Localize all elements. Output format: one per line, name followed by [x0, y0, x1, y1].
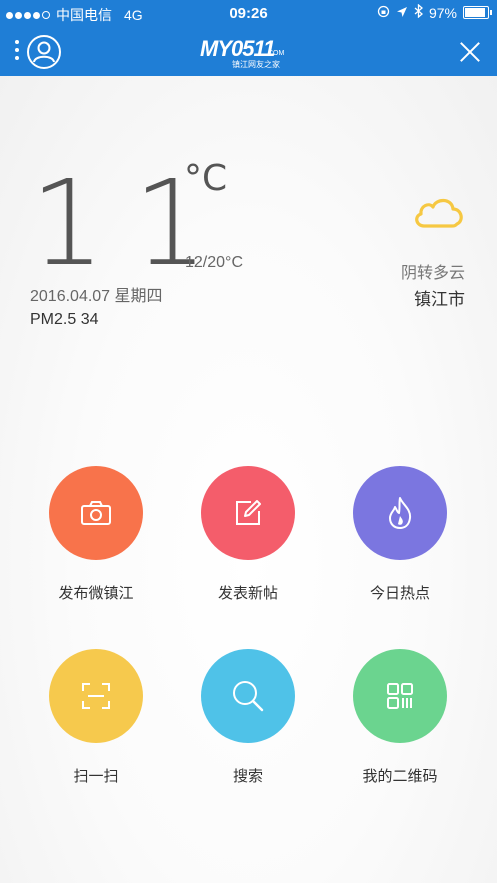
close-button[interactable]	[459, 41, 481, 63]
search-icon	[233, 681, 264, 712]
logo-domain: .COM	[266, 50, 285, 57]
user-avatar-button[interactable]	[27, 35, 61, 69]
city-name: 镇江市	[414, 290, 465, 309]
lock-rotation-icon	[377, 5, 390, 21]
battery-icon	[463, 6, 492, 19]
edit-icon	[236, 500, 261, 525]
my-qrcode-button[interactable]: 我的二维码	[340, 649, 460, 786]
nav-bar: MY0511 .COM 镇江网友之家	[0, 26, 497, 76]
scan-label: 扫一扫	[73, 768, 119, 785]
app-logo: MY0511 .COM 镇江网友之家	[200, 34, 300, 69]
post-weibo-circle	[49, 466, 143, 560]
new-post-circle	[201, 466, 295, 560]
hot-topics-button[interactable]: 今日热点	[340, 466, 460, 603]
hot-topics-circle	[353, 466, 447, 560]
camera-icon	[81, 501, 111, 525]
new-post-button[interactable]: 发表新帖	[188, 466, 308, 603]
location-icon	[396, 5, 408, 21]
hot-topics-label: 今日热点	[369, 585, 430, 602]
post-weibo-label: 发布微镇江	[58, 585, 134, 602]
pm25-label: PM2.5 34	[30, 311, 99, 328]
logo-subtitle: 镇江网友之家	[232, 60, 280, 69]
status-right: 97%	[377, 3, 492, 21]
scan-button[interactable]: 扫一扫	[36, 649, 156, 786]
battery-percent: 97%	[428, 4, 457, 21]
date-label: 2016.04.07 星期四	[30, 288, 163, 305]
search-circle	[201, 649, 295, 743]
my-qrcode-circle	[353, 649, 447, 743]
weather-condition: 阴转多云	[400, 265, 465, 282]
search-button[interactable]: 搜索	[188, 649, 308, 786]
temperature-range: 12/20°C	[185, 254, 243, 271]
cloud-icon	[415, 198, 463, 228]
more-menu-icon[interactable]	[15, 40, 21, 62]
user-icon	[33, 41, 55, 63]
new-post-label: 发表新帖	[217, 585, 278, 602]
scan-icon	[82, 683, 110, 709]
scan-circle	[49, 649, 143, 743]
my-qrcode-label: 我的二维码	[362, 768, 438, 785]
post-weibo-button[interactable]: 发布微镇江	[36, 466, 156, 603]
temperature-unit: °C	[184, 158, 228, 199]
bluetooth-icon	[414, 3, 423, 21]
flame-icon	[389, 497, 412, 529]
search-label: 搜索	[232, 768, 263, 785]
qrcode-icon	[387, 683, 413, 709]
main-content: 11 °C 12/20°C 2016.04.07 星期四 PM2.5 34 阴转…	[0, 76, 497, 883]
status-bar: 中国电信 4G 09:26 97%	[0, 0, 497, 26]
